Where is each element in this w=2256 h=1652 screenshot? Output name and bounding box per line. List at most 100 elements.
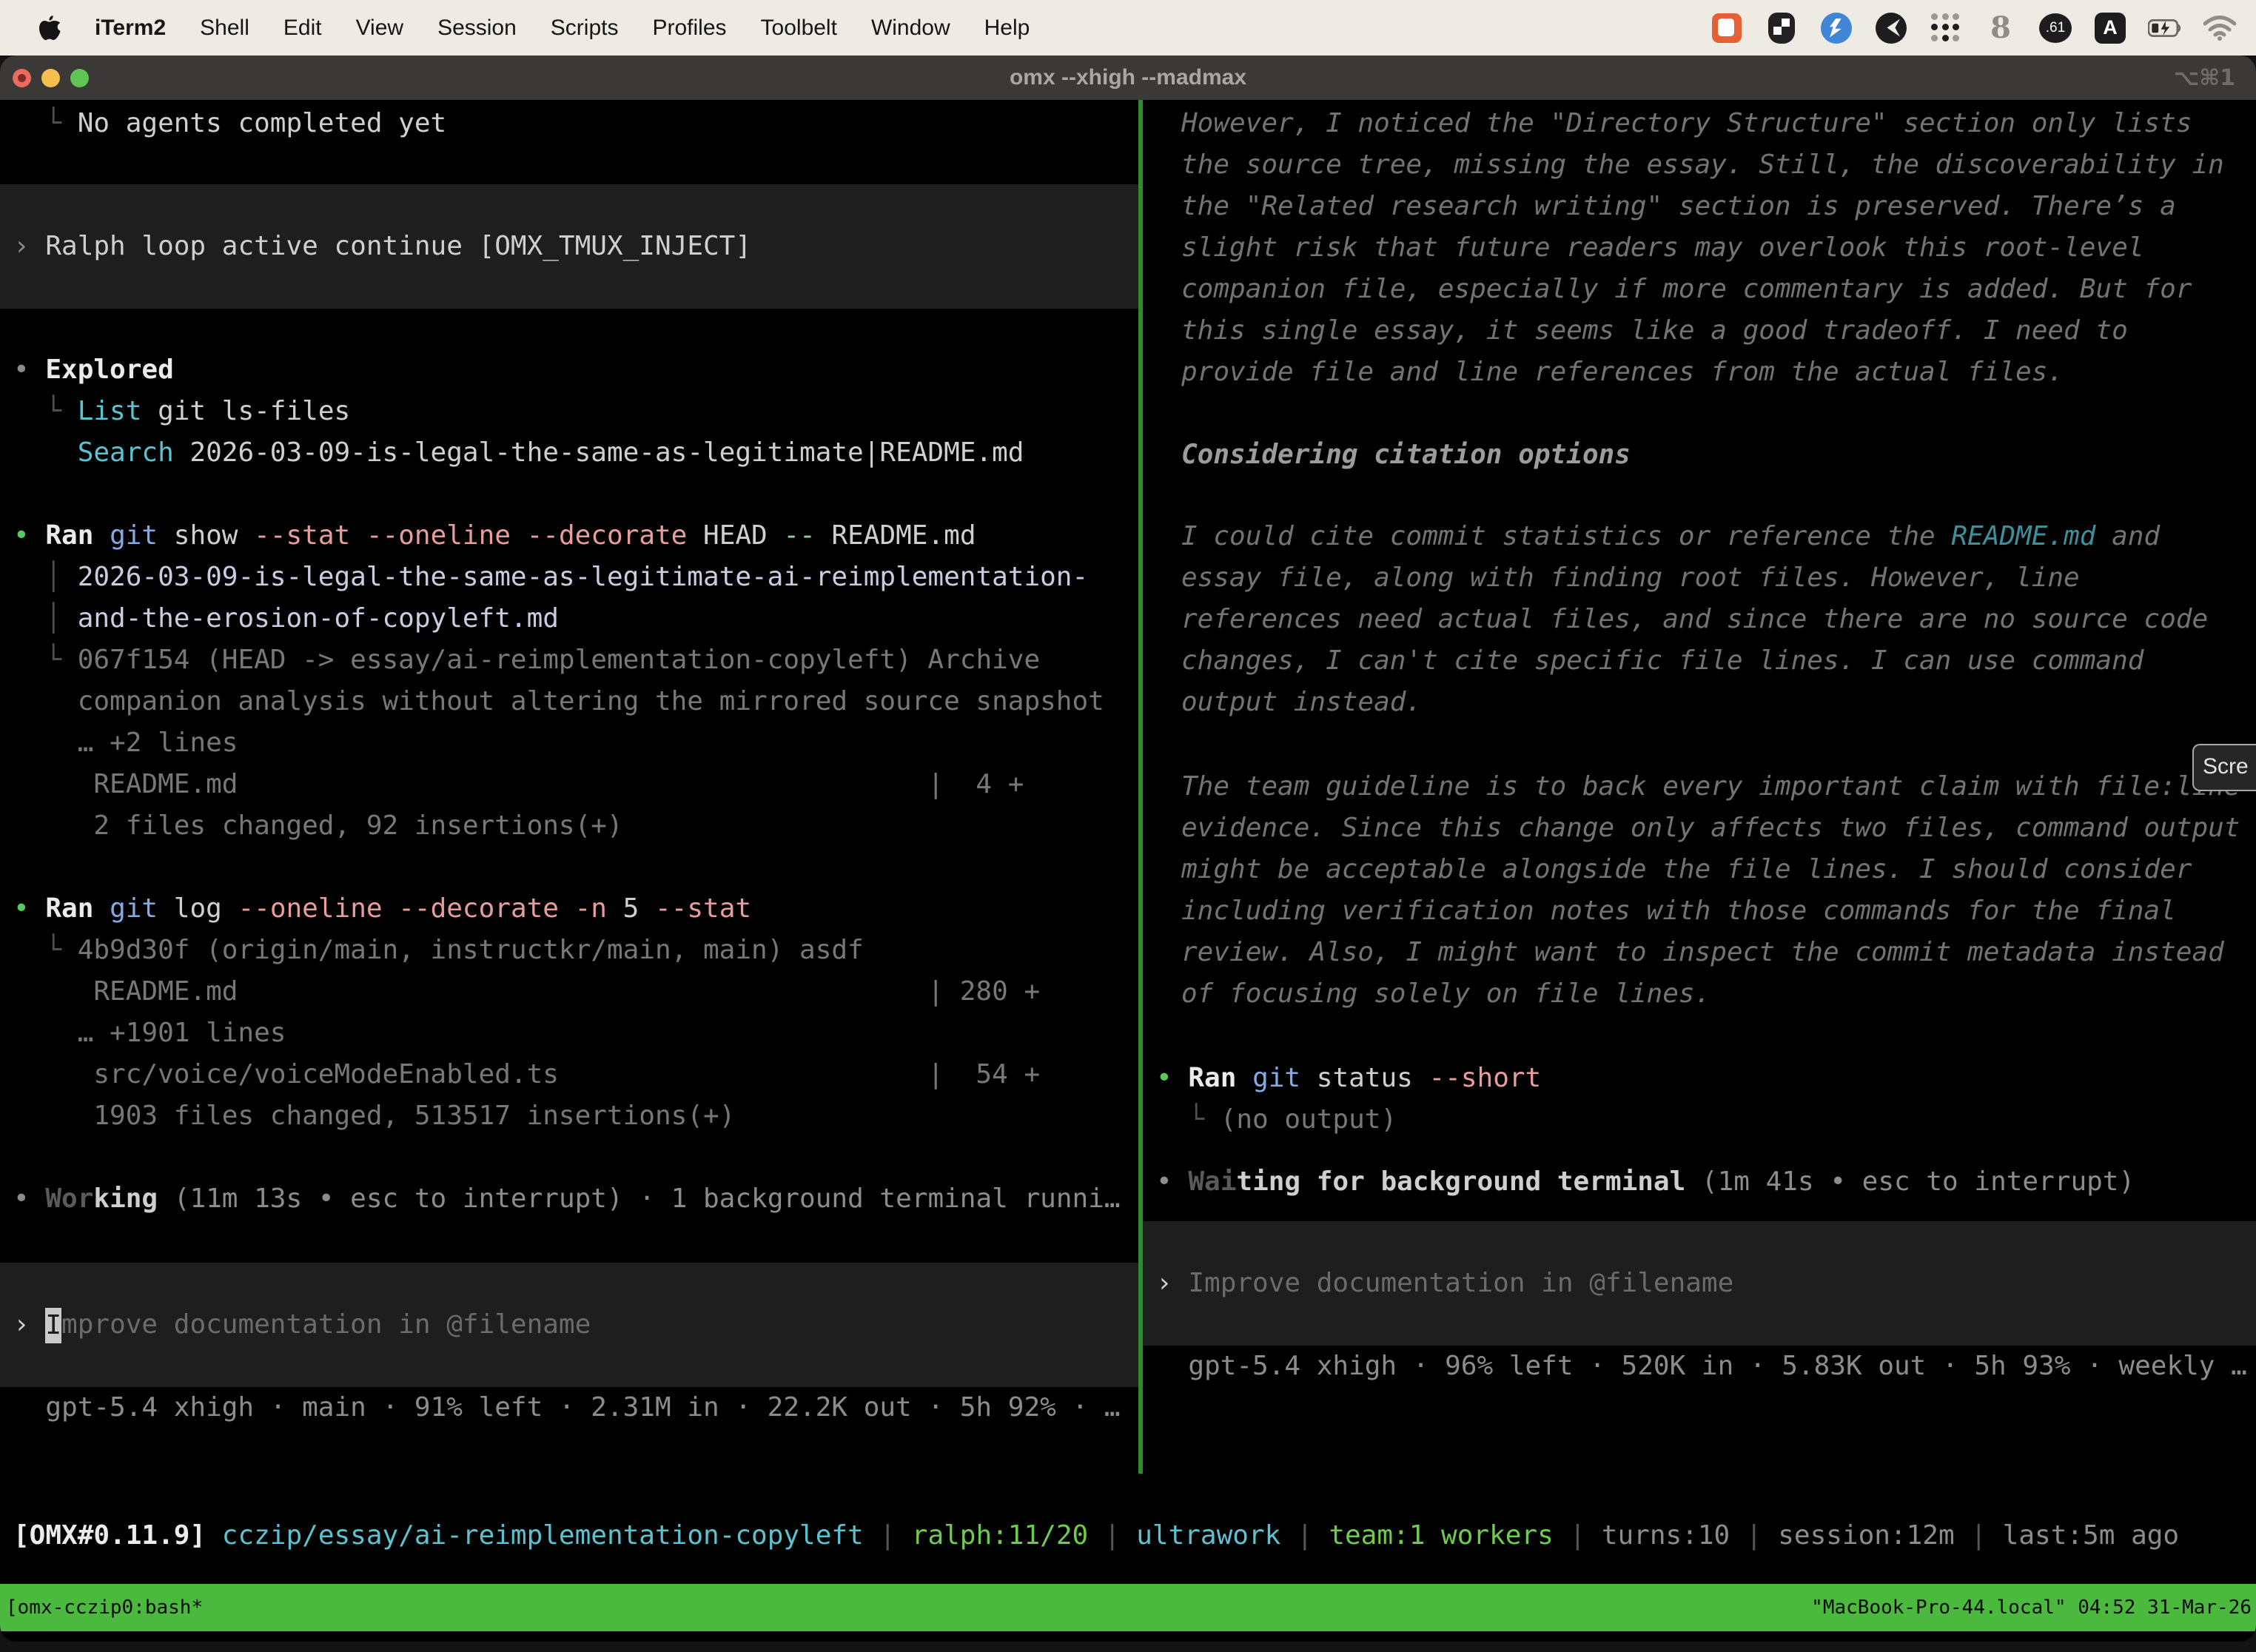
menu-item-profiles[interactable]: Profiles	[652, 16, 726, 41]
text-segment: 2026-03-09-is-legal-the-same-as-legitima…	[174, 437, 1024, 468]
text-segment: src/voice/voiceModeEnabled.ts | 54 +	[13, 1059, 1040, 1089]
menu-item-window[interactable]: Window	[871, 16, 950, 41]
text-segment: companion file, especially if more comme…	[1181, 274, 2192, 304]
text-segment: mprove documentation in @filename	[61, 1309, 591, 1340]
menu-item-help[interactable]: Help	[984, 16, 1030, 41]
menu-item-shell[interactable]: Shell	[200, 16, 249, 41]
git-show-output-1: └ 067f154 (HEAD -> essay/ai-reimplementa…	[0, 639, 1138, 681]
text-segment: cczip/essay/ai-reimplementation-copyleft	[222, 1520, 864, 1551]
ralph-loop-line: › Ralph loop active continue [OMX_TMUX_I…	[0, 184, 1138, 267]
text-segment: king	[93, 1183, 158, 1214]
menu-item-scripts[interactable]: Scripts	[551, 16, 619, 41]
screen-overlay-tab[interactable]: Scre	[2192, 744, 2256, 791]
text-segment: git	[110, 893, 158, 924]
badge-61-icon[interactable]: .61	[2038, 11, 2072, 45]
menu-app-name[interactable]: iTerm2	[95, 16, 166, 41]
title-bar[interactable]: omx --xhigh --madmax ⌥⌘1	[0, 56, 2256, 100]
prompt-input-right[interactable]: › Improve documentation in @filename	[1143, 1221, 2256, 1304]
wifi-icon[interactable]	[2203, 11, 2237, 45]
tmux-status-bar[interactable]: [omx-cczip0:bash* "MacBook-Pro-44.local"…	[0, 1584, 2256, 1631]
squiggle-icon[interactable]: 8	[1984, 11, 2018, 45]
thinking-paragraph-line: references need actual files, and since …	[1143, 599, 2256, 640]
git-show-wrap-1: │ 2026-03-09-is-legal-the-same-as-legiti…	[0, 557, 1138, 598]
menu-item-view[interactable]: View	[356, 16, 403, 41]
battery-icon[interactable]	[2148, 11, 2182, 45]
thinking-paragraph-line: evidence. Since this change only affects…	[1143, 807, 2256, 849]
text-segment: show	[158, 520, 254, 551]
git-log-command: • Ran git log --oneline --decorate -n 5 …	[0, 888, 1138, 930]
text-segment: └	[13, 108, 78, 138]
git-show-wrap-2: │ and-the-erosion-of-copyleft.md	[0, 598, 1138, 639]
text-segment: --stat	[655, 893, 751, 924]
text-segment: Ran	[1188, 1063, 1236, 1093]
text-segment: ›	[1156, 1268, 1188, 1298]
text-segment: │	[13, 562, 78, 592]
text-segment: ting for background terminal	[1236, 1166, 1685, 1197]
text-segment: git ls-files	[141, 396, 350, 426]
prompt-box-right[interactable]: › Improve documentation in @filename	[1143, 1221, 2256, 1346]
text-segment: └	[13, 935, 78, 965]
text-segment: Ralph loop active continue [OMX_TMUX_INJ…	[45, 231, 751, 261]
thinking-paragraph-line: The team guideline is to back every impo…	[1143, 766, 2256, 807]
text-segment: 067f154 (HEAD -> essay/ai-reimplementati…	[78, 645, 1040, 675]
text-segment: --oneline --decorate -n	[238, 893, 607, 924]
text-segment: README.md | 280 +	[13, 976, 1040, 1007]
left-pane[interactable]: └ No agents completed yet › Ralph loop a…	[0, 100, 1138, 1474]
text-segment: --stat --oneline --decorate	[254, 520, 687, 551]
text-segment: |	[1955, 1520, 2003, 1551]
menu-item-edit[interactable]: Edit	[283, 16, 322, 41]
text-segment: ›	[13, 231, 45, 261]
text-segment: Wai	[1188, 1166, 1236, 1197]
text-segment: ›	[13, 1309, 45, 1340]
agents-status-line: └ No agents completed yet	[0, 103, 1138, 144]
text-segment: session:12m	[1778, 1520, 1954, 1551]
dots-grid-icon[interactable]	[1929, 11, 1963, 45]
right-pane[interactable]: However, I noticed the "Directory Struct…	[1143, 100, 2256, 1474]
text-segment: references need actual files, and since …	[1181, 604, 2208, 634]
text-segment: log	[158, 893, 238, 924]
apple-menu-icon[interactable]	[37, 13, 62, 43]
thinking-paragraph-line: essay file, along with finding root file…	[1143, 557, 2256, 599]
tmux-session-label[interactable]: [omx-cczip0:bash*	[6, 1596, 203, 1619]
text-segment: Improve documentation in @filename	[1188, 1268, 1733, 1298]
text-segment: (11m 13s • esc to interrupt) · 1 backgro…	[158, 1183, 1120, 1214]
thinking-paragraph-line: companion file, especially if more comme…	[1143, 269, 2256, 310]
thinking-paragraph-line: I could cite commit statistics or refere…	[1143, 516, 2256, 557]
omx-status-line: [OMX#0.11.9] cczip/essay/ai-reimplementa…	[0, 1515, 2256, 1557]
session-status-right: gpt-5.4 xhigh · 96% left · 520K in · 5.8…	[1143, 1346, 2256, 1387]
ralph-loop-box: › Ralph loop active continue [OMX_TMUX_I…	[0, 184, 1138, 309]
session-status-left: gpt-5.4 xhigh · main · 91% left · 2.31M …	[0, 1387, 1138, 1428]
text-segment: README.md | 4 +	[13, 769, 1024, 799]
text-segment	[93, 893, 110, 924]
menu-item-toolbelt[interactable]: Toolbelt	[761, 16, 837, 41]
text-segment: changes, I can't cite specific file line…	[1181, 645, 2143, 676]
menu-bar: iTerm2 Shell Edit View Session Scripts P…	[0, 0, 2256, 56]
letter-a-icon[interactable]: A	[2093, 11, 2127, 45]
text-segment: the "Related research writing" section i…	[1181, 191, 2176, 221]
git-show-stat-2: 2 files changed, 92 insertions(+)	[0, 805, 1138, 847]
text-segment: gpt-5.4 xhigh · 96% left · 520K in · 5.8…	[1156, 1351, 2247, 1381]
prompt-input-left[interactable]: › Improve documentation in @filename	[0, 1263, 1138, 1346]
thinking-paragraph-line: the "Related research writing" section i…	[1143, 186, 2256, 227]
blue-bolt-icon[interactable]	[1819, 11, 1853, 45]
text-segment: README.md	[816, 520, 976, 551]
menu-item-session[interactable]: Session	[437, 16, 517, 41]
shield-grid-icon[interactable]	[1765, 11, 1799, 45]
tab-shortcut-badge: ⌥⌘1	[2174, 65, 2235, 91]
text-segment: slight risk that future readers may over…	[1181, 232, 2143, 263]
text-segment: ralph:11/20	[912, 1520, 1088, 1551]
chat-app-icon[interactable]	[1710, 11, 1744, 45]
text-segment: Ran	[45, 520, 93, 551]
thinking-paragraph-line: slight risk that future readers may over…	[1143, 227, 2256, 269]
text-segment: └	[1156, 1104, 1221, 1135]
kaleidoscope-icon[interactable]	[1874, 11, 1908, 45]
text-segment: |	[1280, 1520, 1329, 1551]
prompt-box-left[interactable]: › Improve documentation in @filename	[0, 1263, 1138, 1387]
text-segment: … +1901 lines	[13, 1018, 286, 1048]
text-segment: 2 files changed, 92 insertions(+)	[13, 810, 623, 841]
working-status-line: • Working (11m 13s • esc to interrupt) ·…	[0, 1178, 1138, 1220]
text-segment: provide file and line references from th…	[1181, 357, 2064, 387]
thinking-paragraph-line: output instead.	[1143, 682, 2256, 723]
menu-status-icons: 8 .61 A	[1710, 11, 2237, 45]
text-segment	[1236, 1063, 1252, 1093]
